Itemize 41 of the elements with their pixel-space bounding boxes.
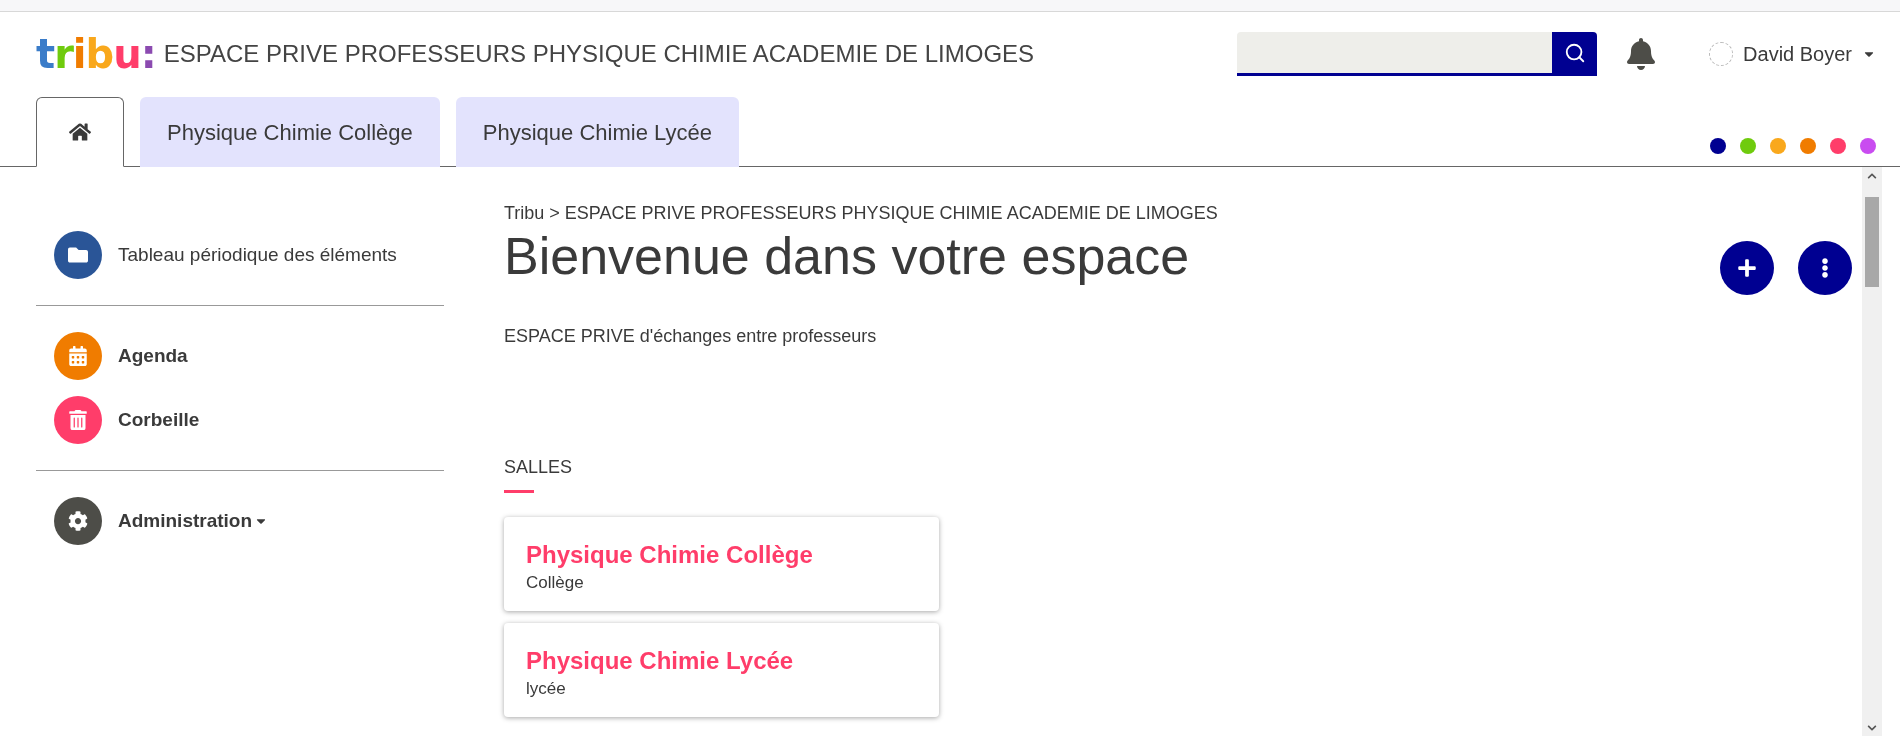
sidebar-item[interactable]: Agenda	[36, 324, 444, 388]
search-icon	[1563, 41, 1586, 64]
scrollbar[interactable]	[1862, 167, 1882, 736]
tribu-logo[interactable]: tribu:	[36, 34, 156, 74]
tab[interactable]: Physique Chimie Lycée	[455, 97, 739, 167]
section-underline	[504, 490, 534, 493]
calendar-icon	[54, 332, 102, 380]
sidebar-item[interactable]: Administration	[36, 489, 444, 553]
trash-icon	[54, 396, 102, 444]
home-icon	[69, 121, 91, 143]
more-button[interactable]	[1798, 241, 1852, 295]
theme-dot[interactable]	[1740, 138, 1756, 154]
theme-dot[interactable]	[1830, 138, 1846, 154]
breadcrumb: Tribu > ESPACE PRIVE PROFESSEURS PHYSIQUE CHIMIE ACADEMIE DE LIMOGES	[504, 203, 1219, 224]
plus-icon	[1737, 258, 1757, 278]
theme-dot[interactable]	[1800, 138, 1816, 154]
sidebar-item[interactable]: Tableau périodique des éléments	[36, 223, 444, 287]
room-card[interactable]: Physique Chimie Collège Collège	[504, 517, 939, 611]
bell-icon[interactable]	[1625, 38, 1658, 70]
space-description: ESPACE PRIVE d'échanges entre professeurs	[504, 326, 878, 347]
page-title: Bienvenue dans votre espace	[504, 226, 1190, 286]
section-title: SALLES	[504, 457, 574, 478]
room-title: Physique Chimie Collège	[526, 541, 814, 569]
search-button[interactable]	[1552, 32, 1598, 73]
tab[interactable]: Physique Chimie Collège	[140, 97, 440, 167]
site-title: ESPACE PRIVE PROFESSEURS PHYSIQUE CHIMIE ACADEMIE DE LIMOGES	[163, 40, 1036, 68]
settings-icon	[54, 497, 102, 545]
search-field[interactable]	[1237, 32, 1598, 76]
user-menu[interactable]: David Boyer	[1709, 42, 1876, 66]
room-title: Physique Chimie Lycée	[526, 647, 795, 675]
room-card[interactable]: Physique Chimie Lycée lycée	[504, 623, 939, 717]
room-subtitle: lycée	[526, 679, 567, 699]
scroll-thumb[interactable]	[1865, 197, 1879, 287]
room-subtitle: Collège	[526, 573, 585, 593]
add-button[interactable]	[1720, 241, 1774, 295]
home-tab[interactable]	[36, 97, 124, 167]
theme-dot[interactable]	[1860, 138, 1876, 154]
theme-dot[interactable]	[1770, 138, 1786, 154]
sidebar-item[interactable]: Corbeille	[36, 388, 444, 452]
folder-icon	[54, 231, 102, 279]
theme-dot[interactable]	[1710, 138, 1726, 154]
